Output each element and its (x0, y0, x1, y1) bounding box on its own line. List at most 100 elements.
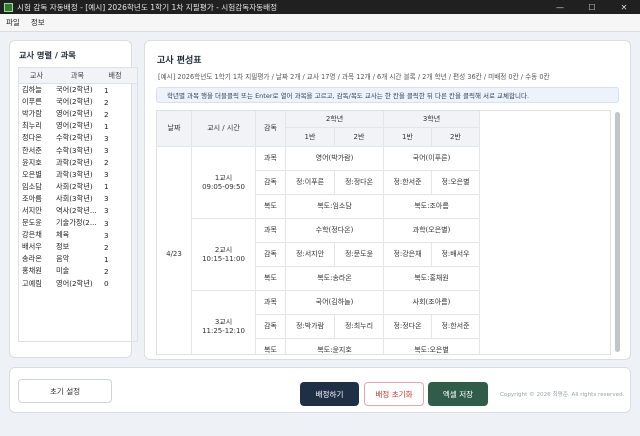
header-date: 날짜 (157, 111, 192, 147)
header-g2-class1: 1반 (286, 128, 335, 147)
header-g3-class2: 2반 (432, 128, 480, 147)
teacher-row[interactable]: 오은별 과학(3학년) 3 (19, 169, 137, 181)
teacher-subject: 과학(3학년) (56, 169, 93, 179)
proctor-cell[interactable]: 정:서지안 (286, 243, 335, 267)
hall-cell-g2[interactable]: 복도:윤지호 (286, 339, 384, 354)
teacher-subject: 역사(2학년... (56, 205, 97, 215)
hall-cell-g2[interactable]: 복도:임소담 (286, 195, 384, 219)
app-icon (4, 2, 13, 12)
teacher-row[interactable]: 홍채원 미술 2 (19, 265, 137, 277)
teacher-count: 3 (104, 170, 109, 180)
grid-scrollbar-thumb[interactable] (615, 112, 620, 352)
period-time: 09:05-09:50 (202, 182, 245, 191)
teacher-count: 1 (104, 182, 109, 192)
hall-cell-g3[interactable]: 복도:조아름 (384, 195, 480, 219)
grid-scrollbar[interactable] (615, 110, 621, 355)
header-period: 교시 / 시간 (192, 111, 256, 147)
teacher-subject: 사회(3학년) (56, 193, 93, 203)
menu-file[interactable]: 파일 (6, 17, 20, 28)
proctor-cell[interactable]: 정:정다온 (384, 315, 432, 339)
minimize-button[interactable]: — (544, 0, 576, 14)
teacher-row[interactable]: 윤지호 과학(2학년) 2 (19, 157, 137, 169)
initial-setup-button[interactable]: 초기 설정 (18, 379, 112, 403)
teacher-list-header: 교사 과목 배정 (19, 68, 137, 84)
close-button[interactable]: ✕ (608, 0, 640, 14)
teacher-count: 3 (104, 206, 109, 216)
hall-cell-g2[interactable]: 복도:송라온 (286, 267, 384, 291)
teacher-row[interactable]: 박가람 영어(2학년) 2 (19, 108, 137, 120)
subject-cell-g2[interactable]: 수학(정다온) (286, 219, 384, 243)
maximize-button[interactable]: ☐ (576, 0, 608, 14)
excel-export-button[interactable]: 엑셀 저장 (428, 382, 488, 406)
header-teacher[interactable]: 교사 (19, 71, 54, 81)
teacher-subject: 정보 (56, 242, 70, 252)
hall-cell-g3[interactable]: 복도:홍채원 (384, 267, 480, 291)
proctor-cell[interactable]: 정:한서준 (384, 171, 432, 195)
teacher-name: 최누리 (22, 121, 42, 131)
teacher-name: 홍채원 (22, 266, 42, 276)
teacher-row[interactable]: 송라온 음악 1 (19, 253, 137, 265)
assign-button[interactable]: 배정하기 (300, 382, 359, 406)
subject-cell-g3[interactable]: 국어(이푸른) (384, 147, 480, 171)
teacher-row[interactable]: 김하늘 국어(2학년) 1 (19, 84, 137, 96)
hall-cell-g3[interactable]: 복도:오은별 (384, 339, 480, 354)
role-subject: 과목 (256, 147, 286, 171)
teacher-subject: 기술가정(2... (56, 218, 97, 228)
schedule-title: 고사 편성표 (157, 56, 202, 66)
teacher-row[interactable]: 강은채 체육 3 (19, 229, 137, 241)
proctor-cell[interactable]: 정:배서우 (432, 243, 480, 267)
subject-cell-g2[interactable]: 영어(박가람) (286, 147, 384, 171)
proctor-cell[interactable]: 정:오은별 (432, 171, 480, 195)
role-proctor: 감독 (256, 171, 286, 195)
subject-cell-g3[interactable]: 사회(조아름) (384, 291, 480, 315)
proctor-cell[interactable]: 정:한서준 (432, 315, 480, 339)
header-role: 감독 (256, 111, 286, 147)
proctor-cell[interactable]: 정:최누리 (335, 315, 384, 339)
subject-cell-g3[interactable]: 과학(오은별) (384, 219, 480, 243)
header-subject[interactable]: 과목 (54, 71, 101, 81)
window-title: 시험 감독 자동배정 - [예시] 2026학년도 1학기 1차 지필평가 - … (17, 2, 278, 12)
clear-assignment-button[interactable]: 배정 초기화 (364, 382, 424, 406)
period-label: 1교시 (214, 173, 233, 182)
teacher-count: 2 (104, 109, 109, 119)
teacher-count: 1 (104, 121, 109, 131)
proctor-cell[interactable]: 정:정다온 (335, 171, 384, 195)
role-proctor: 감독 (256, 243, 286, 267)
teacher-row[interactable]: 이푸른 국어(2학년) 2 (19, 96, 137, 108)
header-count[interactable]: 배정 (101, 71, 129, 81)
teacher-subject: 영어(2학년) (56, 109, 93, 119)
teacher-row[interactable]: 최누리 영어(2학년) 1 (19, 120, 137, 132)
teacher-subject: 국어(2학년) (56, 97, 93, 107)
teacher-row[interactable]: 정다온 수학(2학년) 3 (19, 132, 137, 144)
menu-info[interactable]: 정보 (31, 17, 45, 28)
menu-bar: 파일 정보 (0, 14, 640, 32)
teacher-subject: 과학(2학년) (56, 157, 93, 167)
proctor-cell[interactable]: 정:문도윤 (335, 243, 384, 267)
teacher-row[interactable]: 조아름 사회(3학년) 3 (19, 193, 137, 205)
period-cell: 1교시 09:05-09:50 (192, 147, 256, 219)
teacher-row[interactable]: 한서준 수학(3학년) 3 (19, 144, 137, 156)
teacher-count: 1 (104, 254, 109, 264)
header-g3-class1: 1반 (384, 128, 432, 147)
teacher-row[interactable]: 고예림 영어(2학년) 0 (19, 278, 137, 290)
period-time: 10:15-11:00 (202, 254, 245, 263)
teacher-list[interactable]: 교사 과목 배정 김하늘 국어(2학년) 1 이푸른 국어(2학년) 2 박가람 영어(2학년… (18, 67, 138, 342)
teacher-name: 윤지호 (22, 157, 42, 167)
teacher-count: 3 (104, 133, 109, 143)
teacher-row[interactable]: 문도윤 기술가정(2... 3 (19, 217, 137, 229)
teacher-row[interactable]: 임소담 사회(2학년) 1 (19, 181, 137, 193)
header-g2-class2: 2반 (335, 128, 384, 147)
proctor-cell[interactable]: 정:이푸른 (286, 171, 335, 195)
teacher-name: 강은채 (22, 230, 42, 240)
teacher-subject: 미술 (56, 266, 70, 276)
teacher-row[interactable]: 서지안 역사(2학년... 3 (19, 205, 137, 217)
subject-cell-g2[interactable]: 국어(김하늘) (286, 291, 384, 315)
teacher-count: 3 (104, 230, 109, 240)
teacher-name: 오은별 (22, 169, 42, 179)
proctor-cell[interactable]: 정:강은채 (384, 243, 432, 267)
teacher-row[interactable]: 배서우 정보 2 (19, 241, 137, 253)
teacher-name: 문도윤 (22, 218, 42, 228)
role-subject: 과목 (256, 219, 286, 243)
proctor-cell[interactable]: 정:박가람 (286, 315, 335, 339)
role-subject: 과목 (256, 291, 286, 315)
